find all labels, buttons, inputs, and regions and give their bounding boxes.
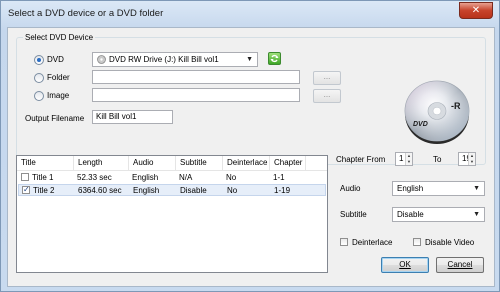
cell-audio: English [133,186,160,195]
cell-audio: English [132,173,159,182]
cell-subtitle: Disable [180,186,207,195]
folder-label: Folder [47,73,70,82]
title-1-checkbox[interactable] [21,173,29,181]
spinner-arrows-icon[interactable]: ▲ ▼ [405,153,412,165]
output-filename-label: Output Filename [25,114,85,123]
title-list[interactable]: Title Length Audio Subtitle Deinterlace … [16,155,328,273]
close-icon: ✕ [471,5,481,16]
browse-folder-button[interactable]: ... [313,71,341,85]
refresh-button[interactable] [268,52,281,65]
group-label: Select DVD Device [23,33,96,42]
audio-select[interactable]: English ▼ [392,181,485,196]
disable-video-label: Disable Video [425,238,475,247]
disable-video-checkbox[interactable] [413,238,421,246]
column-header-length[interactable]: Length [74,156,129,170]
spinner-arrows-icon[interactable]: ▲ ▼ [468,153,475,165]
folder-path-input[interactable] [92,70,300,84]
chapter-from-spinner[interactable]: 1 ▲ ▼ [395,152,413,166]
list-header: Title Length Audio Subtitle Deinterlace … [17,156,327,171]
browse-image-button[interactable]: ... [313,89,341,103]
title-row-2[interactable]: ✓ Title 2 6364.60 sec English Disable No… [18,184,326,196]
deinterlace-label: Deinterlace [352,238,393,247]
chevron-down-icon: ▼ [246,56,253,63]
image-path-input[interactable] [92,88,300,102]
audio-label: Audio [340,184,361,193]
disc-label-dvd: DVD [413,121,428,128]
chapter-to-spinner[interactable]: 19 ▲ ▼ [458,152,476,166]
cancel-button[interactable]: Cancel [436,257,484,273]
dvd-disc-image: -R DVD [401,56,473,160]
ok-button-label: OK [399,260,411,269]
select-dvd-device-group: Select DVD Device DVD DVD RW Drive (J:) … [16,33,486,165]
cell-subtitle: N/A [179,173,193,182]
cell-title: Title 2 [33,186,55,195]
close-button[interactable]: ✕ [459,2,493,19]
title-row-1[interactable]: Title 1 52.33 sec English N/A No 1-1 [18,172,326,184]
refresh-icon [270,54,279,63]
output-filename-input[interactable]: Kill Bill vol1 [92,110,173,124]
cell-chapter: 1-1 [273,173,285,182]
cancel-button-label: Cancel [447,260,473,269]
folder-radio[interactable] [34,73,44,83]
subtitle-select[interactable]: Disable ▼ [392,207,485,222]
chapter-from-value: 1 [399,154,404,163]
column-header-title[interactable]: Title [17,156,74,170]
image-radio[interactable] [34,91,44,101]
cell-length: 6364.60 sec [78,186,122,195]
dvd-radio[interactable] [34,55,44,65]
audio-value: English [397,184,424,193]
column-header-subtitle[interactable]: Subtitle [176,156,223,170]
column-header-chapter[interactable]: Chapter [270,156,306,170]
subtitle-value: Disable [397,210,424,219]
column-header-audio[interactable]: Audio [129,156,176,170]
chevron-down-icon: ▼ [473,185,480,192]
subtitle-label: Subtitle [340,210,367,219]
disc-label-r: -R [451,101,461,111]
dvd-label: DVD [47,55,64,64]
chapter-from-label: Chapter From [336,155,386,164]
dialog-window: Select a DVD device or a DVD folder ✕ Se… [0,0,500,292]
cell-chapter: 1-19 [274,186,291,195]
chapter-to-label: To [433,155,442,164]
chevron-down-icon: ▼ [473,211,480,218]
column-header-deinterlace[interactable]: Deinterlace [223,156,270,170]
cell-title: Title 1 [32,173,54,182]
title-bar[interactable]: Select a DVD device or a DVD folder ✕ [1,1,499,26]
cell-deinterlace: No [226,173,237,182]
window-title: Select a DVD device or a DVD folder [8,8,164,19]
disc-drive-icon [97,55,106,64]
deinterlace-checkbox[interactable] [340,238,348,246]
dvd-drive-value: DVD RW Drive (J:) Kill Bill vol1 [109,55,219,64]
cell-deinterlace: No [227,186,238,195]
title-2-checkbox[interactable]: ✓ [22,186,30,194]
ok-button[interactable]: OK [381,257,429,273]
dvd-drive-select[interactable]: DVD RW Drive (J:) Kill Bill vol1 ▼ [92,52,258,67]
image-label: Image [47,91,70,100]
cell-length: 52.33 sec [77,173,112,182]
dialog-client-area: Select DVD Device DVD DVD RW Drive (J:) … [7,27,495,287]
